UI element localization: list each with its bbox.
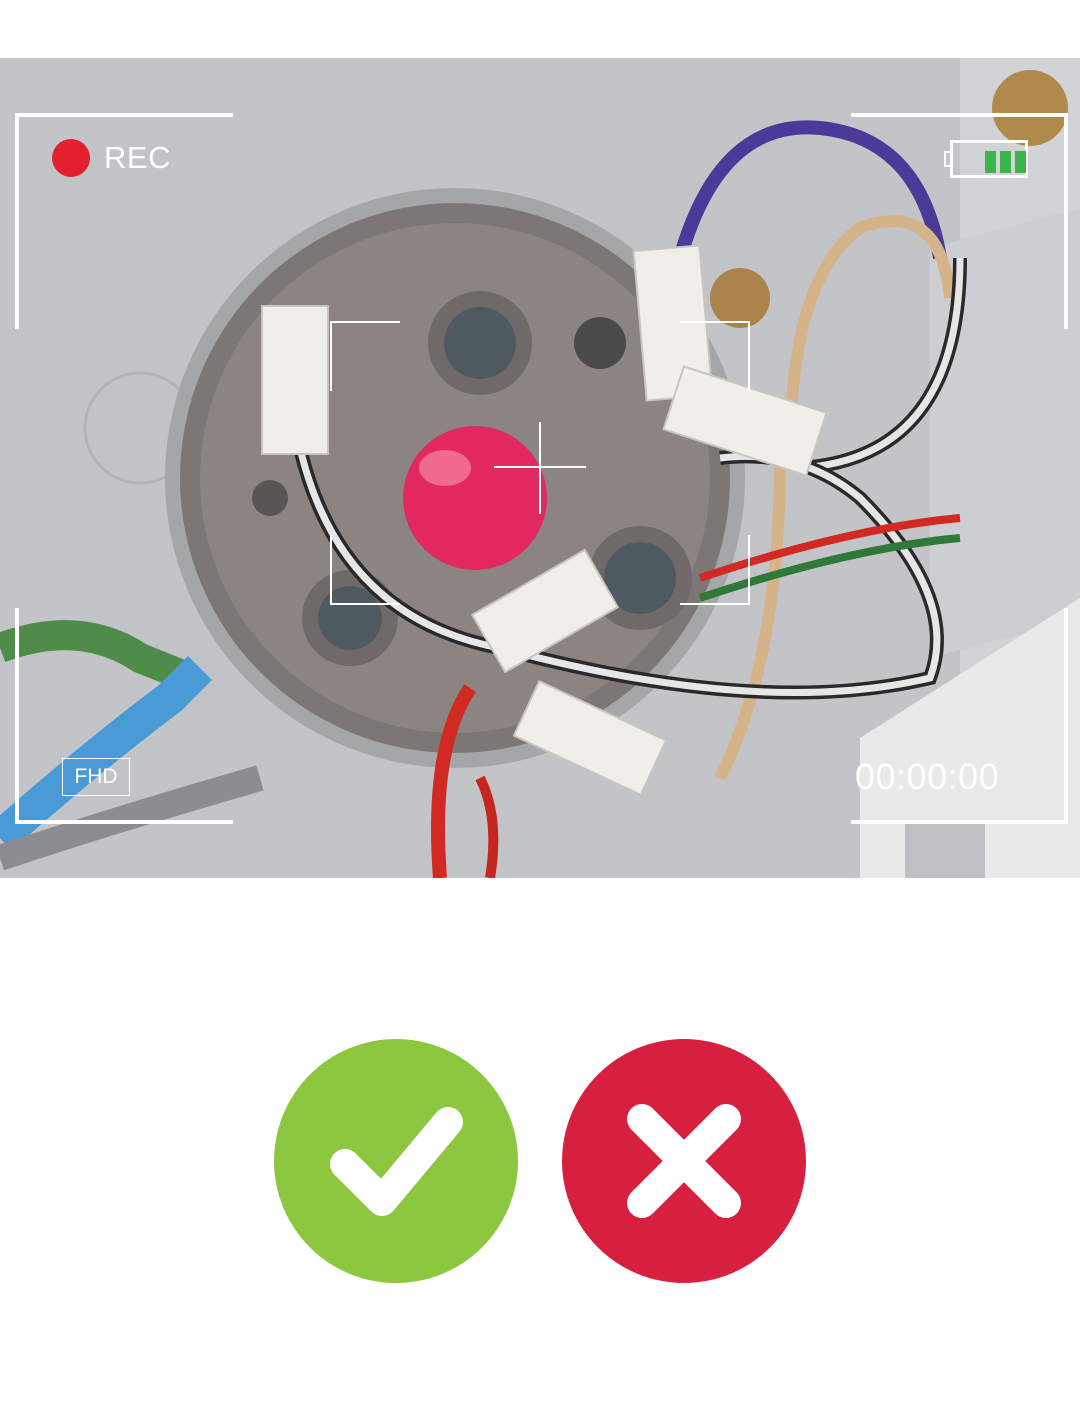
reject-button[interactable] xyxy=(562,1039,806,1283)
recording-indicator: REC xyxy=(52,139,171,177)
quality-badge: FHD xyxy=(62,758,130,796)
crosshair-vertical xyxy=(539,422,541,514)
camera-viewfinder: REC FHD 00:00:00 xyxy=(0,58,1080,878)
battery-icon xyxy=(944,140,1030,178)
focus-bracket-top-right xyxy=(680,321,750,391)
recording-timer: 00:00:00 xyxy=(855,756,1000,797)
battery-body xyxy=(950,140,1028,178)
battery-cell xyxy=(1000,151,1011,173)
battery-cell xyxy=(1015,151,1026,173)
rec-label: REC xyxy=(104,140,171,175)
accept-button[interactable] xyxy=(274,1039,518,1283)
focus-bracket-bottom-right xyxy=(680,535,750,605)
checkmark-icon xyxy=(330,1107,463,1216)
cross-icon xyxy=(627,1104,741,1218)
focus-bracket-top-left xyxy=(330,321,400,391)
battery-cell xyxy=(985,151,996,173)
focus-bracket-bottom-left xyxy=(330,535,400,605)
record-dot-icon xyxy=(52,139,90,177)
